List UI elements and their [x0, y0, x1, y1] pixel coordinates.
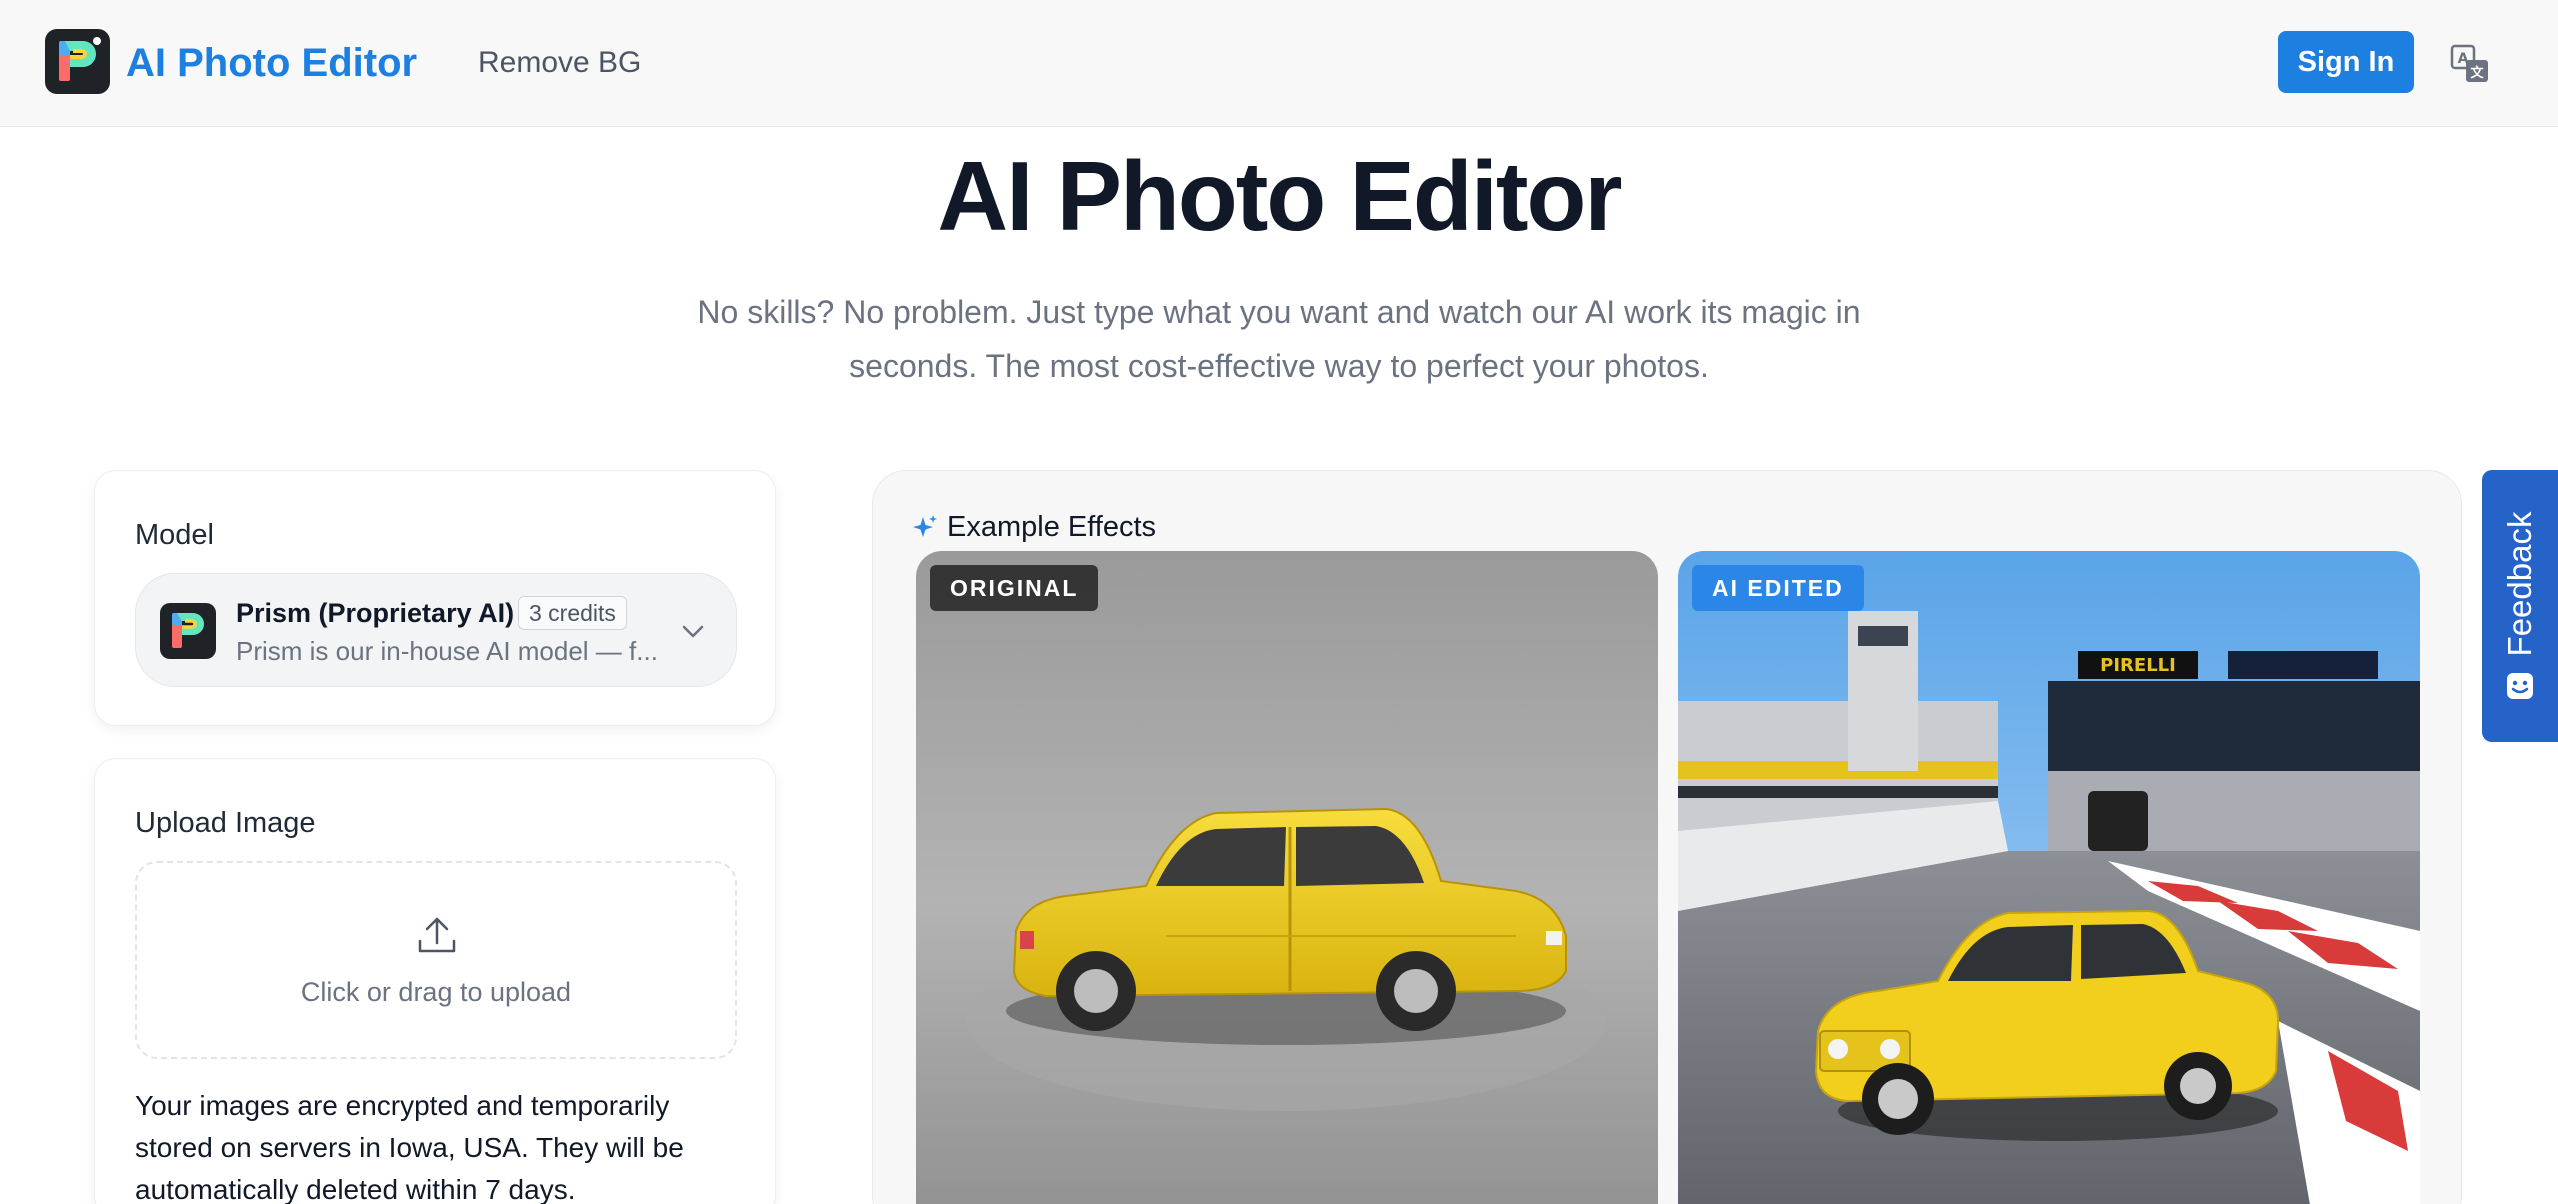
prism-logo-icon [160, 603, 216, 659]
original-example-image: ORIGINAL [916, 551, 1658, 1204]
ai-edited-tag: AI EDITED [1692, 565, 1864, 611]
original-tag: ORIGINAL [930, 565, 1099, 611]
upload-card: Upload Image Click or drag to upload You… [94, 758, 776, 1204]
feedback-smile-icon [2507, 673, 2533, 699]
dropzone-text: Click or drag to upload [300, 977, 572, 1007]
sparkle-icon [913, 515, 937, 537]
chevron-down-icon [682, 625, 704, 638]
privacy-note: Your images are encrypted and temporaril… [135, 1090, 684, 1204]
page-title: AI Photo Editor [937, 141, 1622, 251]
example-effects-title: Example Effects [947, 511, 1157, 543]
model-description: Prism is our in-house AI model — f... [236, 636, 658, 666]
upload-icon [418, 917, 456, 953]
sign-in-button[interactable]: Sign In [2278, 31, 2414, 93]
upload-label: Upload Image [135, 807, 316, 839]
feedback-label: Feedback [2501, 511, 2538, 657]
model-card: Model Prism (Proprietary AI) 3 credits P… [94, 470, 776, 726]
model-name: Prism (Proprietary AI) [236, 598, 515, 628]
example-effects-panel: Example Effects ORIGINAL PIRELLI AI EDIT… [872, 470, 2462, 1204]
page-subtitle: No skills? No problem. Just type what yo… [697, 294, 1861, 384]
svg-text:PIRELLI: PIRELLI [2100, 655, 2176, 676]
upload-dropzone[interactable]: Click or drag to upload [135, 861, 737, 1059]
ai-edited-example-image: PIRELLI AI EDITED [1678, 551, 2420, 1204]
app-logo-icon[interactable] [45, 29, 110, 94]
model-select-dropdown[interactable]: Prism (Proprietary AI) 3 credits Prism i… [135, 573, 737, 687]
svg-text:文: 文 [2470, 65, 2484, 81]
translate-icon[interactable]: A 文 [2450, 44, 2490, 84]
top-header: AI Photo Editor Remove BG Sign In A 文 [0, 0, 2558, 127]
credits-badge: 3 credits [518, 596, 627, 630]
brand-name[interactable]: AI Photo Editor [126, 38, 417, 88]
feedback-tab[interactable]: Feedback [2482, 470, 2558, 742]
model-label: Model [135, 519, 214, 551]
nav-remove-bg-link[interactable]: Remove BG [478, 42, 641, 84]
